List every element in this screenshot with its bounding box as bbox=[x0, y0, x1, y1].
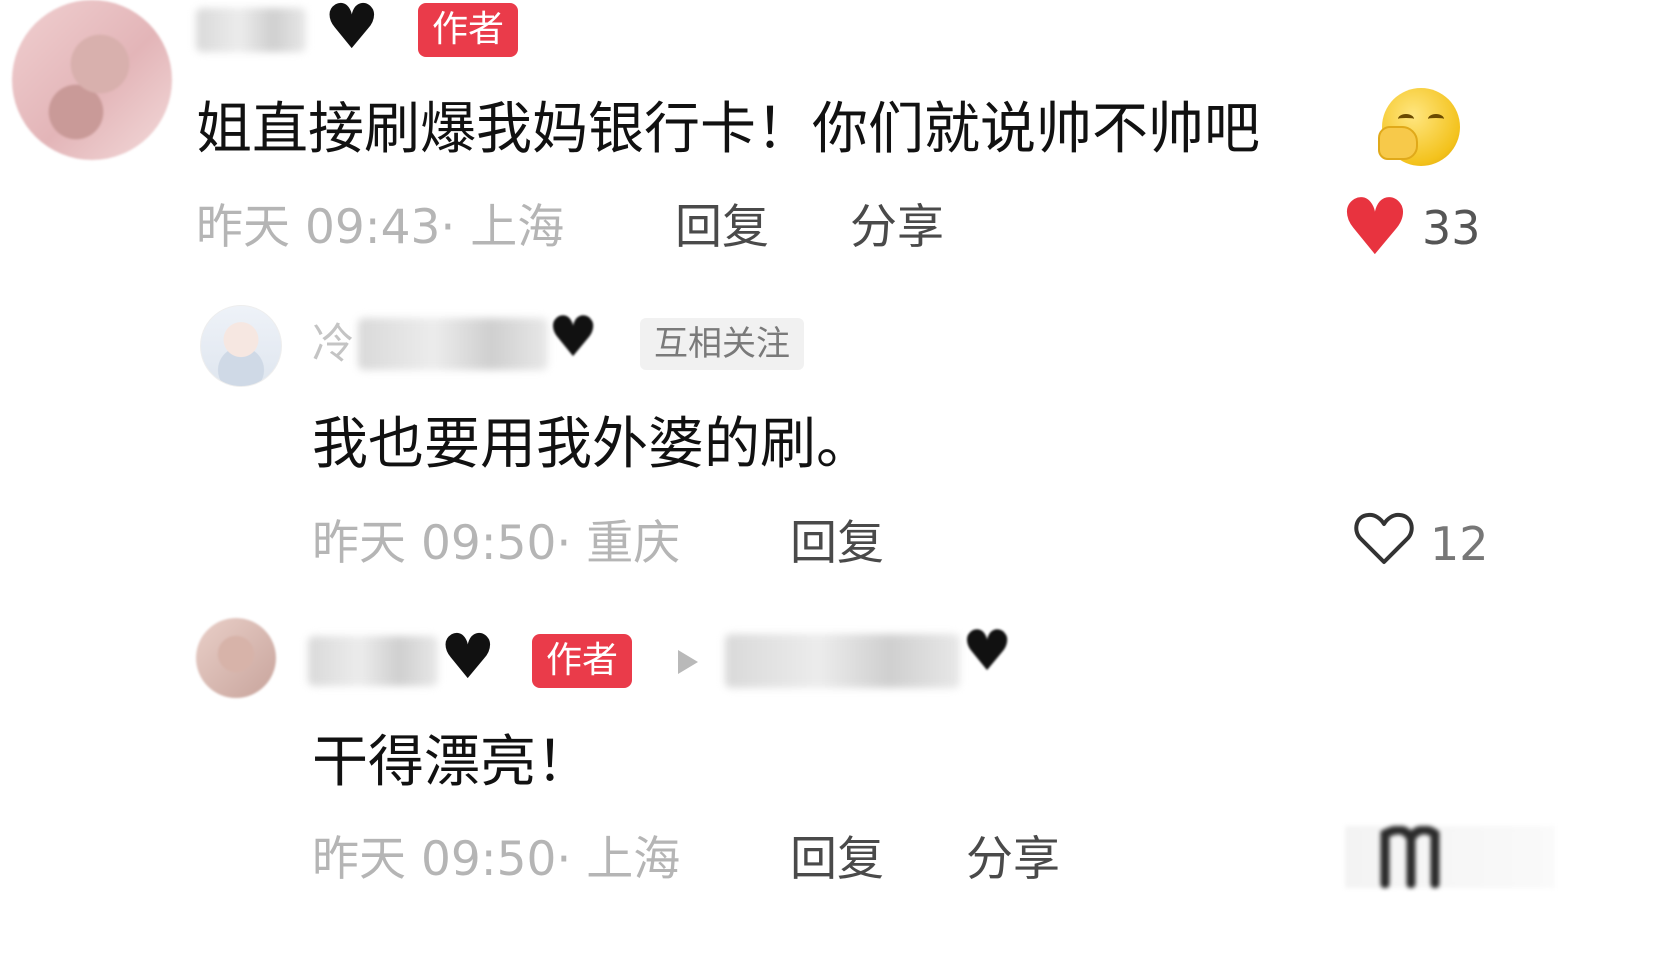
reply-button[interactable]: 回复 bbox=[790, 514, 884, 574]
avatar-commenter-3[interactable] bbox=[196, 618, 276, 698]
username-blurred[interactable] bbox=[308, 636, 438, 686]
mutual-follow-badge: 互相关注 bbox=[640, 318, 804, 370]
username-blurred[interactable] bbox=[358, 318, 548, 370]
black-heart-icon: ♥ bbox=[962, 619, 1013, 684]
comment-text: 干得漂亮！ bbox=[312, 730, 592, 795]
comment-meta: 昨天 09:43· 上海 bbox=[196, 200, 565, 255]
watermark bbox=[1345, 825, 1555, 889]
reply-button[interactable]: 回复 bbox=[675, 198, 769, 258]
black-heart-icon: ♥ bbox=[324, 0, 380, 63]
share-button[interactable]: 分享 bbox=[850, 198, 944, 258]
reply-button[interactable]: 回复 bbox=[790, 830, 884, 890]
reply-to-arrow-icon bbox=[678, 650, 698, 674]
username-first-char[interactable]: 冷 bbox=[312, 316, 354, 372]
comment-meta: 昨天 09:50· 重庆 bbox=[312, 516, 681, 571]
avatar-commenter-1[interactable] bbox=[12, 0, 172, 160]
like-heart-icon[interactable]: ♥ bbox=[1340, 189, 1410, 267]
black-heart-icon: ♥ bbox=[548, 305, 599, 370]
comment-text: 我也要用我外婆的刷。 bbox=[312, 412, 872, 477]
share-button[interactable]: 分享 bbox=[966, 830, 1060, 890]
avatar-commenter-2[interactable] bbox=[200, 305, 282, 387]
comment-text: 姐直接刷爆我妈银行卡！你们就说帅不帅吧 bbox=[196, 97, 1260, 162]
username-blurred[interactable] bbox=[196, 8, 306, 52]
covering-mouth-emoji-icon bbox=[1378, 88, 1460, 166]
reply-to-username-blurred[interactable] bbox=[725, 634, 960, 688]
like-heart-outline-icon[interactable] bbox=[1352, 506, 1416, 574]
like-count: 12 bbox=[1430, 517, 1489, 571]
like-count: 33 bbox=[1422, 201, 1481, 255]
comment-meta: 昨天 09:50· 上海 bbox=[312, 832, 681, 887]
author-badge: 作者 bbox=[532, 634, 633, 688]
author-badge: 作者 bbox=[418, 3, 519, 57]
black-heart-icon: ♥ bbox=[440, 620, 496, 693]
